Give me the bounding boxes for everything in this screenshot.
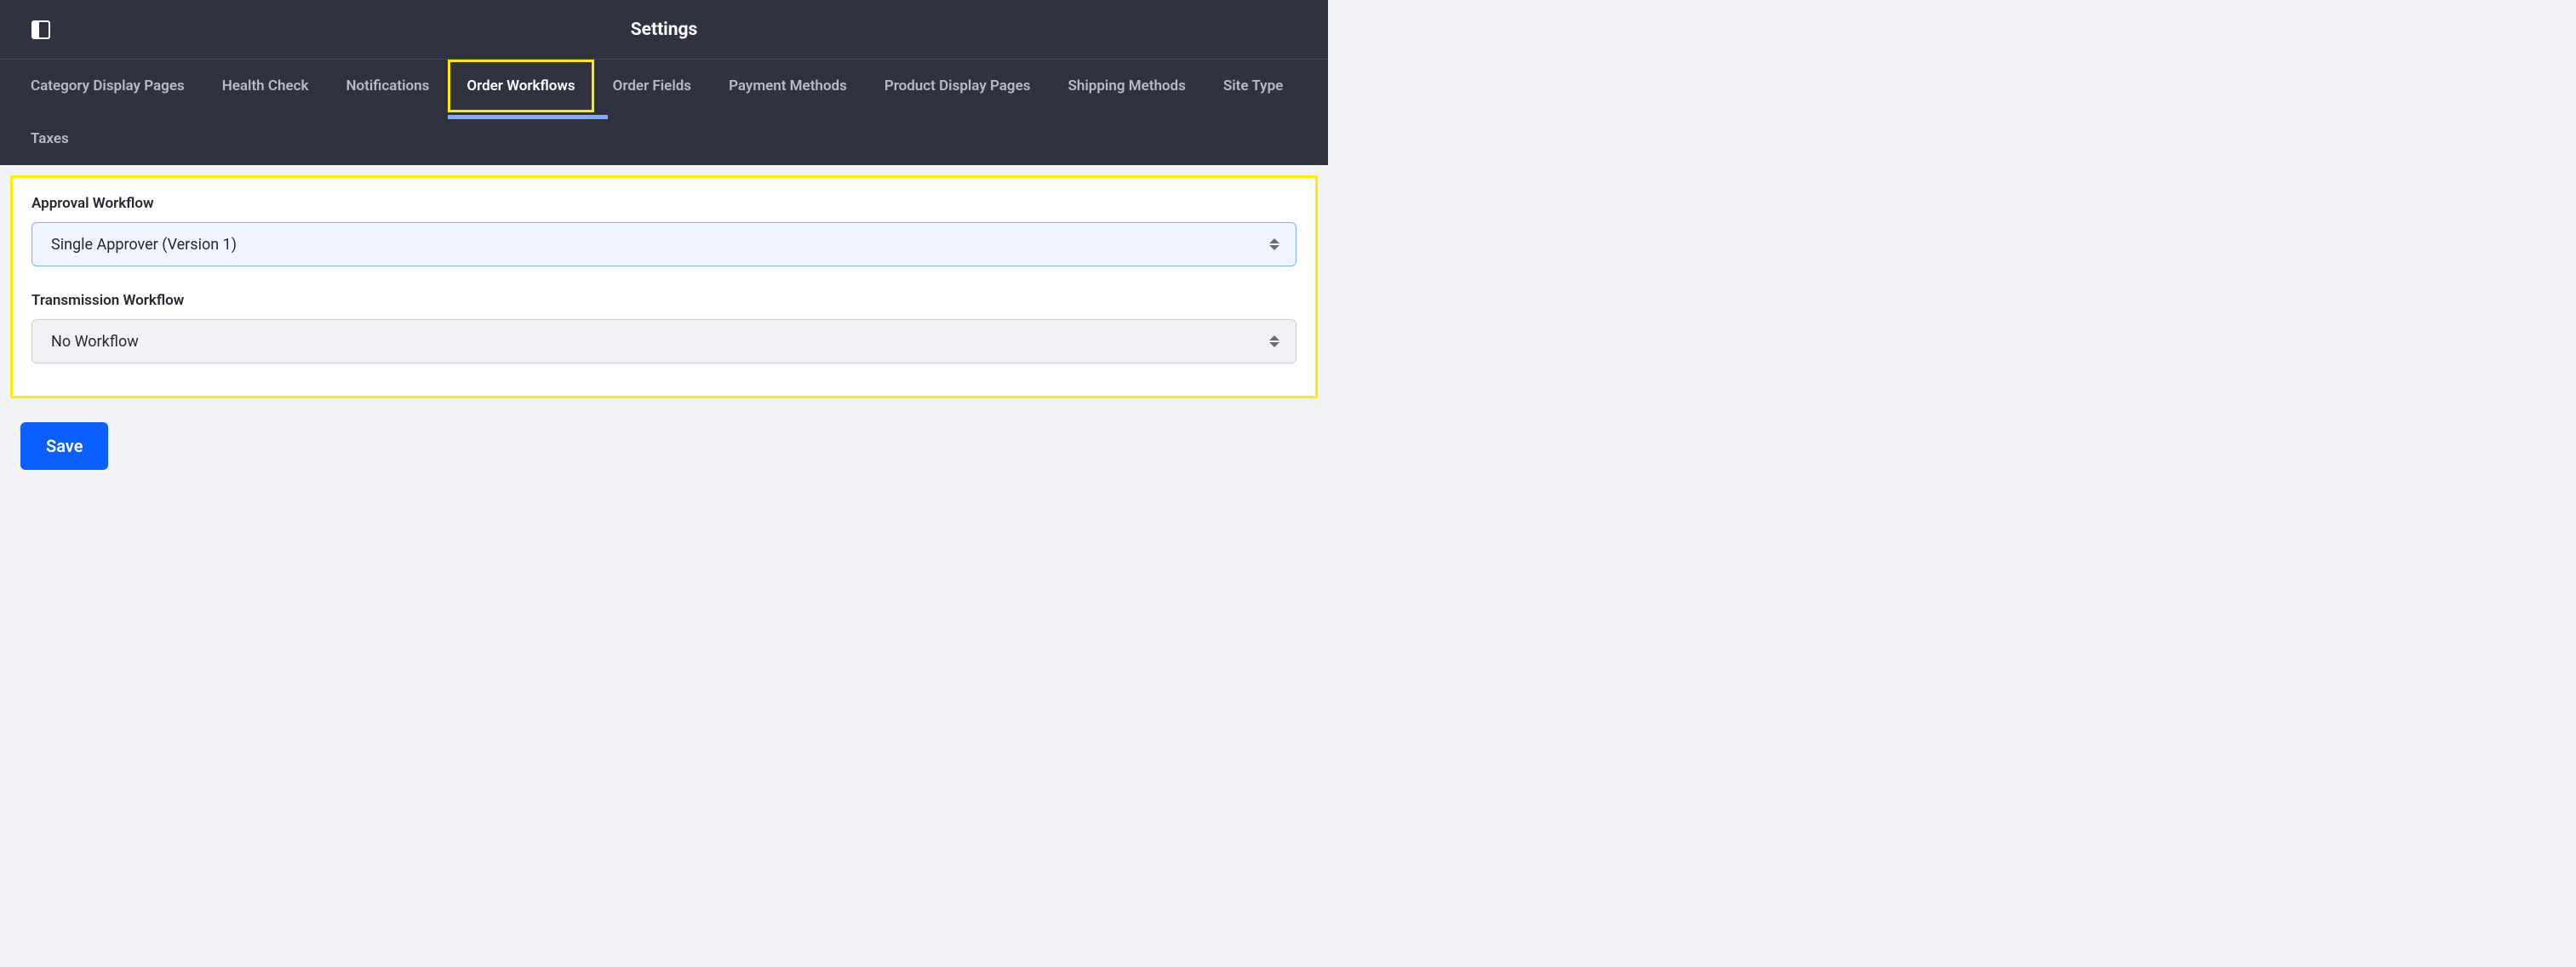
sidebar-toggle-icon[interactable]: [31, 20, 51, 40]
save-button[interactable]: Save: [20, 422, 108, 470]
approval-workflow-label: Approval Workflow: [31, 195, 1297, 212]
tab-payment-methods[interactable]: Payment Methods: [710, 60, 866, 112]
tabs-nav: Category Display Pages Health Check Noti…: [0, 60, 1328, 165]
tab-taxes[interactable]: Taxes: [12, 112, 88, 165]
transmission-workflow-select[interactable]: No Workflow: [31, 319, 1297, 363]
form-panel: Approval Workflow Single Approver (Versi…: [10, 175, 1318, 398]
transmission-workflow-label: Transmission Workflow: [31, 292, 1297, 309]
tab-order-workflows[interactable]: Order Workflows: [448, 60, 593, 112]
tab-category-display-pages[interactable]: Category Display Pages: [12, 60, 203, 112]
approval-workflow-group: Approval Workflow Single Approver (Versi…: [31, 195, 1297, 266]
header: Settings: [0, 0, 1328, 60]
tab-site-type[interactable]: Site Type: [1205, 60, 1302, 112]
tab-health-check[interactable]: Health Check: [203, 60, 328, 112]
page-title: Settings: [631, 20, 698, 40]
tab-shipping-methods[interactable]: Shipping Methods: [1050, 60, 1205, 112]
tab-order-fields[interactable]: Order Fields: [594, 60, 710, 112]
tab-product-display-pages[interactable]: Product Display Pages: [866, 60, 1050, 112]
transmission-workflow-group: Transmission Workflow No Workflow: [31, 292, 1297, 363]
approval-workflow-select[interactable]: Single Approver (Version 1): [31, 222, 1297, 266]
tab-notifications[interactable]: Notifications: [327, 60, 448, 112]
content-area: Approval Workflow Single Approver (Versi…: [0, 165, 1328, 480]
